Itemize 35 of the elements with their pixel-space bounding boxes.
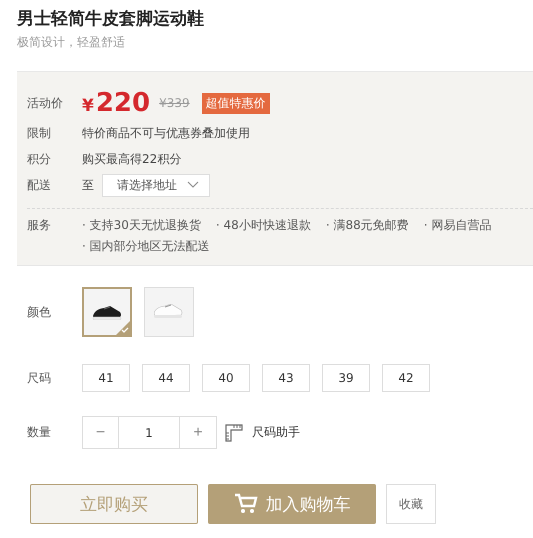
cart-icon	[234, 493, 258, 515]
deal-badge: 超值特惠价	[202, 92, 270, 114]
product-subtitle: 极简设计，轻盈舒适	[17, 34, 126, 51]
size-option[interactable]: 44	[142, 364, 190, 392]
info-label: 限制	[27, 124, 52, 142]
chevron-down-icon	[187, 181, 199, 189]
service-item: · 国内部分地区无法配送	[82, 238, 210, 255]
original-price: ¥339	[159, 96, 190, 110]
size-option[interactable]: 42	[382, 364, 430, 392]
quantity-label: 数量	[27, 424, 52, 441]
color-label: 颜色	[27, 304, 52, 320]
info-value: 特价商品不可与优惠券叠加使用	[82, 124, 250, 142]
size-label: 尺码	[27, 370, 52, 386]
product-title: 男士轻简牛皮套脚运动鞋	[17, 8, 205, 30]
delivery-label: 配送	[27, 176, 52, 194]
price-label: 活动价	[27, 94, 64, 112]
info-value: 购买最高得22积分	[82, 150, 182, 168]
ruler-icon	[225, 424, 243, 442]
info-label: 积分	[27, 150, 52, 168]
size-option[interactable]: 43	[262, 364, 310, 392]
check-icon	[116, 321, 130, 335]
service-item: · 满88元免邮费	[326, 217, 409, 234]
size-helper-link[interactable]: 尺码助手	[252, 424, 300, 441]
sale-price: ¥220	[82, 88, 150, 118]
service-item: · 48小时快速退款	[216, 217, 311, 234]
service-item: · 支持30天无忧退换货	[82, 217, 201, 234]
service-label: 服务	[27, 217, 52, 234]
favorite-button[interactable]: 收藏	[386, 484, 436, 524]
color-swatch[interactable]	[82, 287, 132, 337]
delivery-prefix: 至	[82, 176, 94, 194]
service-item: · 网易自营品	[424, 217, 492, 234]
size-option[interactable]: 40	[202, 364, 250, 392]
size-option[interactable]: 41	[82, 364, 130, 392]
size-option[interactable]: 39	[322, 364, 370, 392]
address-dropdown[interactable]: 请选择地址	[102, 174, 210, 196]
